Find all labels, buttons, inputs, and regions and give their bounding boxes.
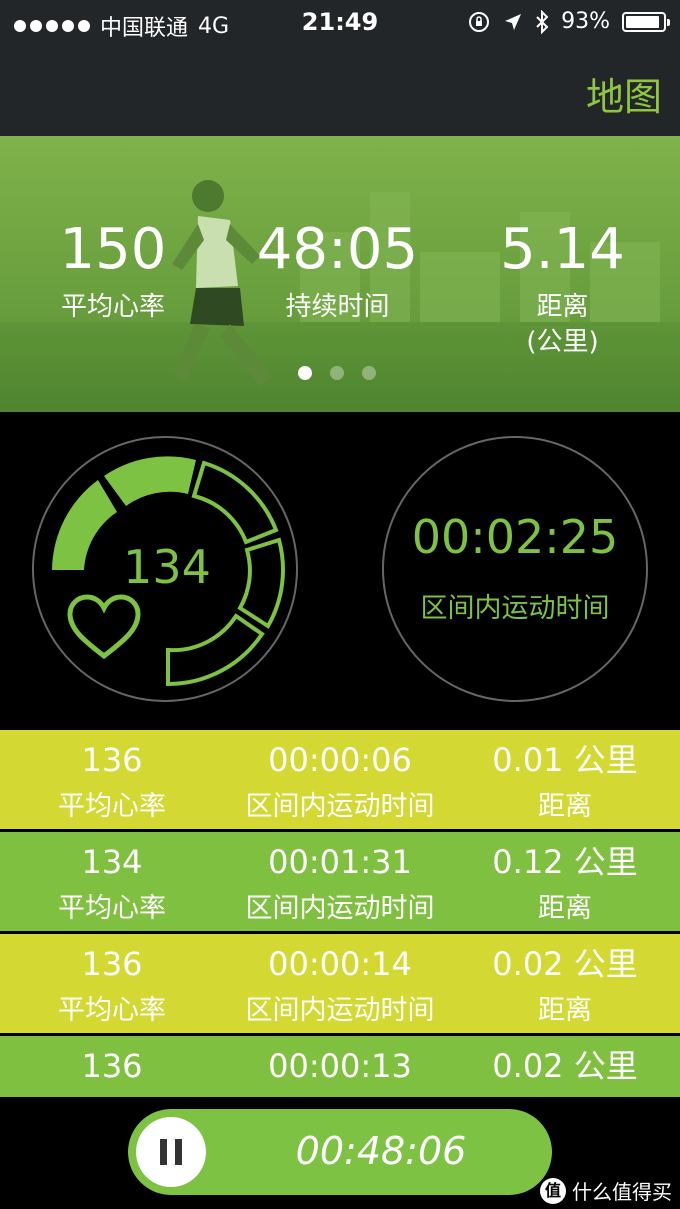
- avg-heart-rate-value: 150: [59, 217, 167, 282]
- lap-distance: 0.02 公里: [492, 945, 638, 983]
- location-icon: [505, 13, 522, 30]
- battery-icon: [622, 11, 670, 32]
- watermark: 值 什么值得买: [540, 1176, 672, 1205]
- lap-hr: 136: [81, 1047, 143, 1085]
- page-indicator[interactable]: [298, 366, 376, 380]
- lap-hr-label: 平均心率: [58, 893, 166, 924]
- zone-time-gauge: 00:02:25 区间内运动时间: [382, 436, 648, 702]
- lap-time-label: 区间内运动时间: [245, 791, 435, 822]
- battery-percent: 93%: [561, 9, 610, 34]
- page-dot[interactable]: [362, 366, 376, 380]
- heart-rate-value: 134: [123, 540, 211, 594]
- avg-heart-rate-label: 平均心率: [60, 292, 165, 322]
- distance-label: 距离: [536, 292, 589, 322]
- lap-time: 00:00:14: [268, 945, 412, 983]
- list-item[interactable]: 136 平均心率 00:00:06 区间内运动时间 0.01 公里距离: [0, 730, 680, 829]
- page-dot[interactable]: [298, 366, 312, 380]
- summary-banner[interactable]: 150 平均心率 48:05 持续时间 5.14 距离 (公里): [0, 136, 680, 412]
- lap-list: 136 平均心率 00:00:06 区间内运动时间 0.01 公里距离 134 平均心…: [0, 730, 680, 1138]
- elapsed-time: 00:48:06: [295, 1129, 467, 1173]
- zone-time-label: 区间内运动时间: [420, 593, 610, 624]
- heart-icon: [67, 594, 141, 660]
- nav-bar: 地图: [0, 46, 680, 136]
- map-button[interactable]: 地图: [586, 66, 662, 121]
- watermark-logo: 值: [540, 1177, 566, 1204]
- lap-distance-label: 距离: [538, 995, 592, 1026]
- lap-distance: 0.01 公里: [492, 741, 638, 779]
- duration-label: 持续时间: [285, 292, 390, 322]
- lap-distance: 0.02 公里: [492, 1047, 638, 1085]
- lap-hr: 134: [81, 843, 143, 881]
- status-bar: 中国联通 4G 21:49 93%: [0, 0, 680, 46]
- heart-rate-gauge: 134: [32, 436, 298, 702]
- workout-control-bar: 00:48:06 值 什么值得买: [0, 1097, 680, 1209]
- pause-icon: [160, 1139, 167, 1165]
- watermark-text: 什么值得买: [572, 1180, 672, 1204]
- zone-time-value: 00:02:25: [411, 510, 619, 564]
- lap-time-label: 区间内运动时间: [245, 893, 435, 924]
- list-item[interactable]: 136 平均心率 00:00:14 区间内运动时间 0.02 公里距离: [0, 934, 680, 1033]
- lap-hr-label: 平均心率: [58, 791, 166, 822]
- lap-time: 00:01:31: [268, 843, 412, 881]
- page-dot[interactable]: [330, 366, 344, 380]
- lap-distance-label: 距离: [538, 893, 592, 924]
- duration-value: 48:05: [256, 217, 419, 282]
- distance-value: 5.14: [500, 217, 625, 282]
- lap-hr: 136: [81, 741, 143, 779]
- rotation-lock-icon: [469, 11, 490, 32]
- lap-hr-label: 平均心率: [58, 995, 166, 1026]
- lap-time: 00:00:13: [268, 1047, 412, 1085]
- lap-distance: 0.12 公里: [492, 843, 638, 881]
- lap-hr: 136: [81, 945, 143, 983]
- lap-time-label: 区间内运动时间: [245, 995, 435, 1026]
- distance-unit: (公里): [526, 327, 599, 358]
- bluetooth-icon: [536, 9, 549, 34]
- workout-timer-pill[interactable]: 00:48:06: [128, 1109, 552, 1195]
- pause-icon: [175, 1139, 182, 1165]
- pause-button[interactable]: [136, 1117, 206, 1187]
- lap-time: 00:00:06: [268, 741, 412, 779]
- lap-distance-label: 距离: [538, 791, 592, 822]
- list-item[interactable]: 134 平均心率 00:01:31 区间内运动时间 0.12 公里距离: [0, 832, 680, 931]
